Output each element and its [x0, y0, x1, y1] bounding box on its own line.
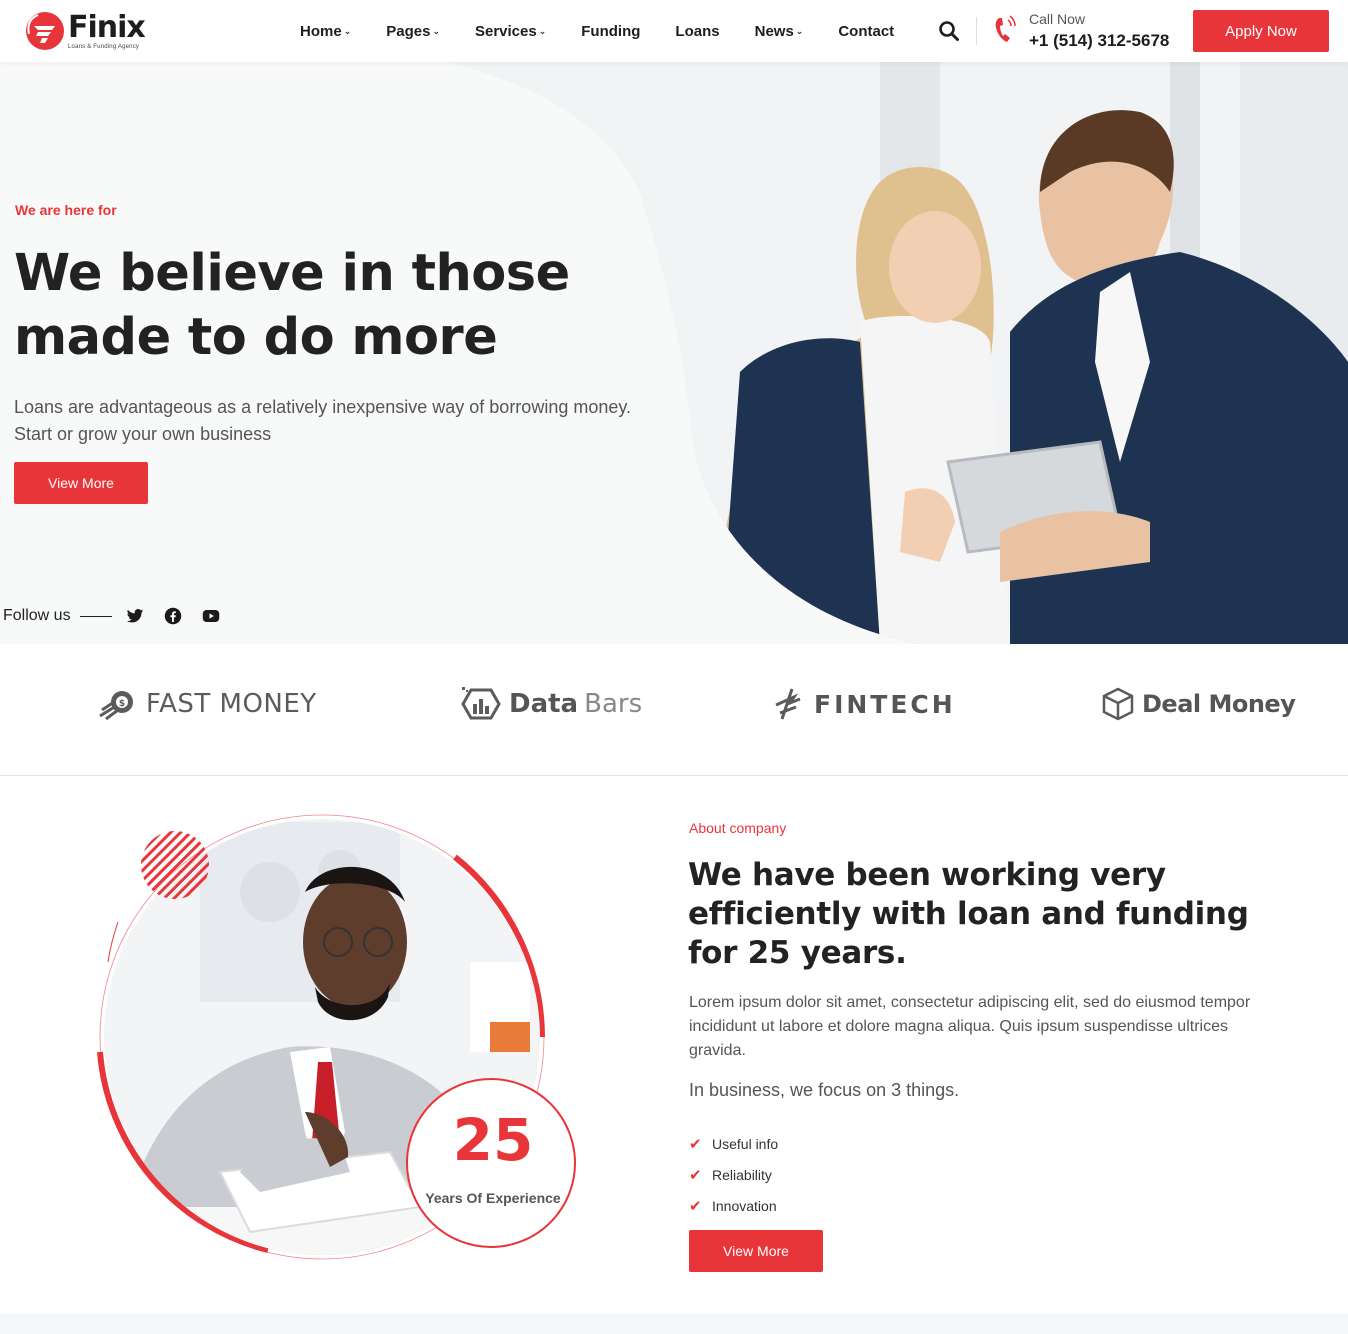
list-item-label: Reliability [712, 1166, 772, 1183]
list-item-label: Useful info [712, 1135, 779, 1152]
brand-name: Deal Money [1142, 690, 1296, 718]
nav-label: Contact [838, 22, 895, 40]
list-item: ✔ Reliability [689, 1159, 778, 1190]
phone-icon [995, 15, 1016, 42]
brand-fast-money[interactable]: $ FAST MONEY [98, 684, 317, 724]
svg-text:$: $ [119, 699, 125, 709]
hero-eyebrow: We are here for [15, 202, 117, 218]
nav-news[interactable]: News ⌄ [755, 23, 804, 40]
call-number[interactable]: +1 (514) 312-5678 [1029, 31, 1169, 51]
about-description: Lorem ipsum dolor sit amet, consectetur … [689, 994, 1251, 1059]
site-logo[interactable]: Finix Loans & Funding Agency [24, 9, 146, 52]
hero-section: We are here for We believe in those made… [0, 62, 1348, 644]
chevron-down-icon: ⌄ [432, 25, 440, 36]
about-title: We have been working very efficiently wi… [688, 857, 1249, 971]
experience-badge: 25 Years Of Experience [406, 1078, 576, 1248]
brand-name: FINTECH [814, 689, 956, 719]
main-nav: Home ⌄ Pages ⌄ Services ⌄ Funding Loans New… [300, 0, 929, 62]
nav-contact[interactable]: Contact [838, 23, 894, 40]
nav-label: Loans [675, 22, 720, 40]
brand-data-bars[interactable]: Data Bars [461, 684, 642, 724]
about-view-more-button[interactable]: View More [689, 1230, 823, 1272]
about-focus: In business, we focus on 3 things. [689, 1080, 960, 1100]
nav-services[interactable]: Services ⌄ [475, 23, 546, 40]
experience-label: Years Of Experience [425, 1190, 561, 1206]
nav-home[interactable]: Home ⌄ [300, 23, 351, 40]
fintech-logo-icon [775, 688, 801, 720]
check-icon: ✔ [689, 1135, 702, 1153]
chevron-down-icon: ⌄ [795, 25, 804, 36]
logo-tagline: Loans & Funding Agency [68, 43, 140, 50]
site-header: Finix Loans & Funding Agency Home ⌄ Pages… [0, 0, 1348, 62]
check-icon: ✔ [689, 1197, 702, 1215]
brand-fintech[interactable]: FINTECH [772, 684, 956, 724]
chevron-down-icon: ⌄ [538, 25, 547, 36]
brand-deal-money[interactable]: Deal Money [1102, 684, 1296, 724]
list-item-label: Innovation [712, 1197, 777, 1214]
twitter-icon[interactable] [126, 607, 144, 625]
focus-list: ✔ Useful info ✔ Reliability ✔ Innovation [689, 1128, 778, 1221]
about-eyebrow: About company [689, 820, 787, 836]
follow-divider [79, 615, 112, 617]
hero-title: We believe in those made to do more [14, 244, 570, 367]
list-item: ✔ Innovation [689, 1190, 778, 1221]
list-item: ✔ Useful info [689, 1128, 778, 1159]
data-bars-logo-icon [461, 687, 501, 720]
deal-money-logo-icon [1102, 687, 1134, 721]
brand-name: FAST MONEY [146, 689, 317, 719]
follow-us: Follow us [3, 607, 240, 625]
apply-now-button[interactable]: Apply Now [1193, 10, 1329, 52]
nav-pages[interactable]: Pages ⌄ [386, 23, 440, 40]
nav-label: Services [474, 22, 537, 40]
nav-label: News [754, 22, 794, 40]
check-icon: ✔ [689, 1166, 702, 1184]
youtube-icon[interactable] [202, 607, 220, 625]
fast-money-logo-icon: $ [99, 691, 133, 720]
hero-view-more-button[interactable]: View More [14, 462, 148, 504]
partner-brands: $ FAST MONEY Data Bars FINTECH Deal Mone… [0, 644, 1348, 776]
finix-logo-icon [26, 12, 64, 50]
nav-label: Funding [581, 22, 641, 40]
search-icon[interactable] [938, 20, 960, 42]
nav-funding[interactable]: Funding [581, 23, 640, 40]
brand-name-part2: Bars [584, 689, 643, 719]
hero-description: Loans are advantageous as a relatively i… [14, 397, 632, 444]
nav-label: Home [300, 22, 342, 40]
nav-label: Pages [386, 22, 431, 40]
header-divider [976, 17, 977, 45]
chevron-down-icon: ⌄ [343, 25, 352, 36]
call-label: Call Now [1029, 11, 1086, 27]
facebook-icon[interactable] [164, 607, 182, 625]
follow-label: Follow us [3, 607, 71, 624]
nav-loans[interactable]: Loans [675, 23, 719, 40]
next-section-edge [0, 1314, 1348, 1334]
brand-name-part1: Data [509, 689, 579, 719]
experience-number: 25 [452, 1106, 534, 1174]
logo-name: Finix [68, 9, 146, 45]
